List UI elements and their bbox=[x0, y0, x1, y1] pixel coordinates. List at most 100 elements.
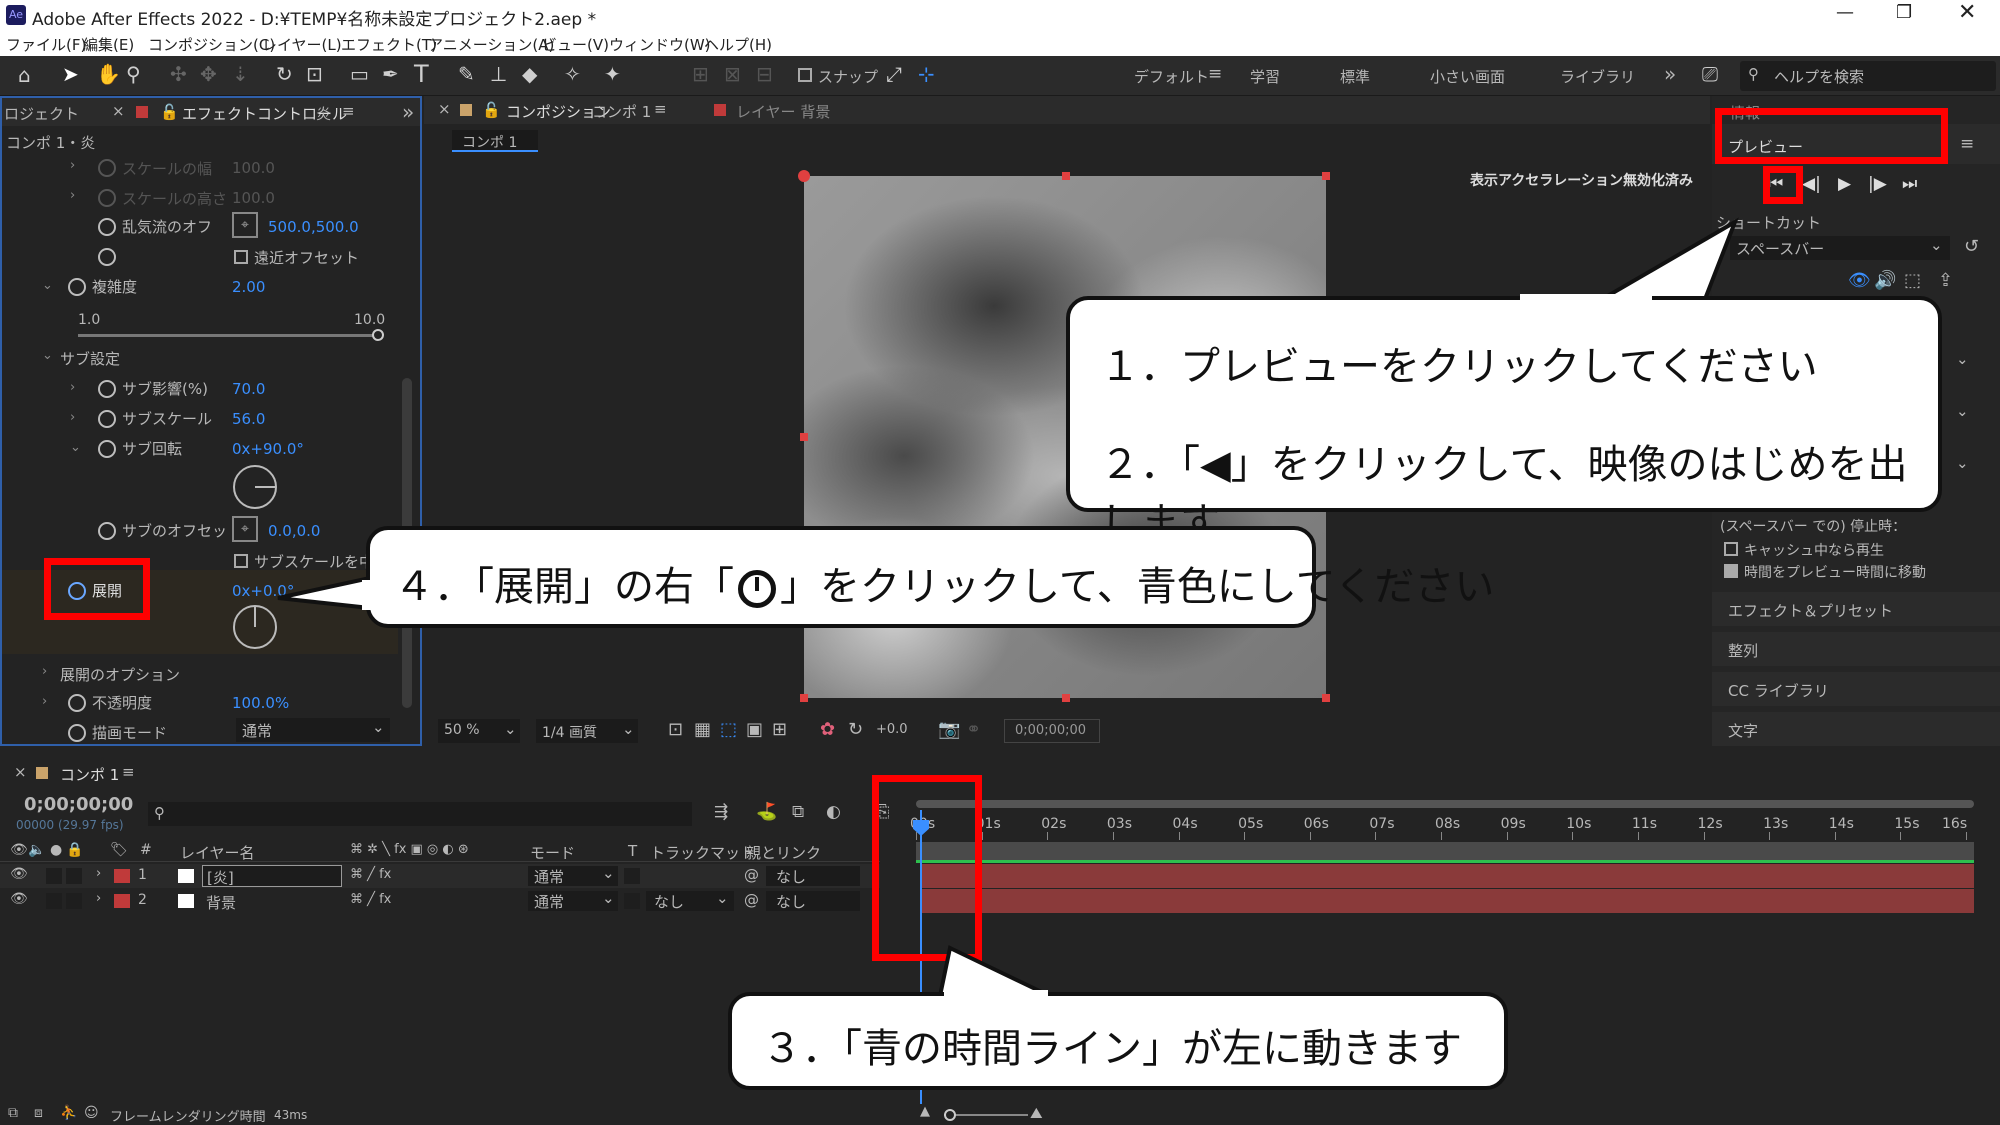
lock-slot[interactable] bbox=[66, 893, 82, 909]
layer-switches[interactable]: ⌘ ╱ fx bbox=[350, 892, 391, 907]
cc-libraries-section[interactable]: CC ライブラリ bbox=[1712, 672, 2000, 706]
layer-handle[interactable] bbox=[798, 170, 810, 182]
timing-icon[interactable]: ⛹ bbox=[60, 1105, 77, 1121]
lock-icon[interactable]: 🔒 bbox=[66, 842, 83, 858]
puppet-tool-icon[interactable]: ✦ bbox=[604, 62, 621, 86]
pen-tool-icon[interactable]: ✒ bbox=[382, 62, 399, 86]
layer-handle[interactable] bbox=[1322, 172, 1330, 180]
chevron-down-icon[interactable]: ⌄ bbox=[1956, 454, 1969, 472]
menu-view[interactable]: ビュー(V) bbox=[542, 34, 609, 55]
selection-tool-icon[interactable]: ➤ bbox=[62, 62, 79, 86]
layer-label-color[interactable] bbox=[114, 894, 130, 908]
overlay-icon[interactable]: ⬚ bbox=[1904, 270, 1921, 291]
layer-name-field[interactable]: [炎] bbox=[202, 865, 342, 887]
brush-tool-icon[interactable]: ✎ bbox=[458, 62, 475, 86]
label-icon[interactable]: 🏷 bbox=[110, 842, 128, 858]
stopwatch-icon[interactable] bbox=[98, 522, 116, 540]
pan-tool-icon[interactable]: ✥ bbox=[200, 62, 217, 86]
prop-evolution-options[interactable]: 展開のオプション bbox=[60, 664, 180, 685]
time-ruler[interactable]: 00s01s02s03s04s05s06s07s08s09s10s11s12s1… bbox=[910, 812, 1974, 840]
timeline-zoom-handle[interactable] bbox=[944, 1109, 956, 1121]
rectangle-tool-icon[interactable]: ▭ bbox=[350, 62, 369, 86]
layer-bar[interactable] bbox=[920, 889, 1974, 913]
region-of-interest-icon[interactable]: ▣ bbox=[746, 719, 763, 740]
layer-handle[interactable] bbox=[1322, 694, 1330, 702]
snap-checkbox[interactable] bbox=[798, 68, 812, 82]
prop-sub-rotation-value[interactable]: 0x+90.0° bbox=[232, 440, 304, 458]
fast-preview-icon[interactable]: ⊡ bbox=[668, 719, 683, 740]
stopwatch-icon[interactable] bbox=[98, 159, 116, 177]
complexity-slider-handle[interactable] bbox=[372, 329, 384, 341]
project-tab[interactable]: ロジェクト bbox=[4, 103, 79, 124]
workspace-small[interactable]: 小さい画面 bbox=[1430, 66, 1505, 87]
visibility-eye-icon[interactable]: 👁 bbox=[10, 891, 28, 907]
panel-menu-icon[interactable]: ≡ bbox=[122, 763, 135, 781]
minimize-icon[interactable]: — bbox=[1836, 2, 1854, 23]
close-tab-icon[interactable]: × bbox=[438, 100, 451, 118]
layer-parent-dropdown[interactable]: なし bbox=[766, 891, 860, 911]
axis-local-icon[interactable]: ⊞ bbox=[692, 62, 709, 86]
sub-rotation-dial[interactable] bbox=[232, 464, 278, 510]
layer-handle[interactable] bbox=[1062, 172, 1070, 180]
parent-header[interactable]: 親とリンク bbox=[746, 842, 821, 863]
axis-world-icon[interactable]: ⊠ bbox=[724, 62, 741, 86]
stopwatch-icon[interactable] bbox=[98, 189, 116, 207]
quality-dropdown[interactable]: 1/4 画質 ⌄ bbox=[536, 719, 638, 743]
panel-expand-icon[interactable]: » bbox=[402, 100, 414, 124]
pickwhip-icon[interactable]: @ bbox=[744, 891, 759, 909]
align-section[interactable]: 整列 bbox=[1712, 632, 2000, 666]
help-search-input[interactable]: ⚲ ヘルプを検索 bbox=[1740, 61, 1996, 91]
move-time-checkbox[interactable] bbox=[1724, 564, 1738, 578]
layer-mode-dropdown[interactable]: 通常 ⌄ bbox=[528, 864, 618, 886]
solo-slot[interactable] bbox=[46, 893, 62, 909]
play-icon[interactable]: ▶ bbox=[1838, 174, 1851, 194]
mode-header[interactable]: モード bbox=[530, 842, 575, 863]
blend-mode-dropdown[interactable]: 通常 ⌄ bbox=[236, 718, 390, 742]
track-matte-dropdown[interactable]: なし ⌄ bbox=[646, 889, 734, 911]
character-section[interactable]: 文字 bbox=[1712, 712, 2000, 746]
close-tab-icon[interactable]: × bbox=[14, 763, 27, 781]
render-time-icon[interactable]: ☺ bbox=[84, 1105, 99, 1121]
preserve-transparency-slot[interactable] bbox=[624, 893, 640, 909]
export-icon[interactable]: ⇪ bbox=[1938, 270, 1953, 291]
chevron-down-icon[interactable]: ⌄ bbox=[1956, 402, 1969, 420]
layer-row[interactable]: 👁 › 2 背景 ⌘ ╱ fx 通常 ⌄ なし ⌄ @ なし bbox=[0, 889, 880, 913]
track-matte-header[interactable]: トラックマット bbox=[650, 842, 755, 863]
lock-slot[interactable] bbox=[66, 868, 82, 884]
stopwatch-icon[interactable] bbox=[98, 380, 116, 398]
lock-icon[interactable]: 🔓 bbox=[160, 103, 179, 121]
layer-tab[interactable]: レイヤー 背景 bbox=[736, 101, 830, 122]
mask-visibility-icon[interactable]: ⬚ bbox=[720, 719, 737, 740]
menu-help[interactable]: ヘルプ(H) bbox=[704, 34, 772, 55]
prop-sub-scale-value[interactable]: 56.0 bbox=[232, 410, 265, 428]
stopwatch-icon[interactable] bbox=[68, 724, 86, 742]
reset-exposure-icon[interactable]: ↻ bbox=[848, 719, 863, 740]
menu-edit[interactable]: 編集(E) bbox=[83, 34, 134, 55]
restore-icon[interactable]: ❐ bbox=[1896, 2, 1912, 23]
zoom-dropdown[interactable]: 50 % ⌄ bbox=[438, 719, 520, 743]
stopwatch-icon[interactable] bbox=[68, 278, 86, 296]
comp-flow-icon[interactable]: ⇶ bbox=[714, 802, 728, 822]
axis-view-icon[interactable]: ⊟ bbox=[756, 62, 773, 86]
menu-layer[interactable]: レイヤー(L) bbox=[262, 34, 342, 55]
layer-switches-icon[interactable]: ⧉ bbox=[8, 1105, 18, 1121]
work-area-bar[interactable] bbox=[916, 800, 1974, 808]
panel-menu-icon[interactable]: ≡ bbox=[654, 100, 667, 118]
menu-composition[interactable]: コンポジション(C) bbox=[148, 34, 275, 55]
workspace-more-icon[interactable]: » bbox=[1664, 62, 1676, 86]
timeline-timecode[interactable]: 0;00;00;00 bbox=[24, 794, 133, 815]
menu-window[interactable]: ウィンドウ(W) bbox=[609, 34, 711, 55]
show-snapshot-icon[interactable]: ⚭ bbox=[966, 719, 981, 740]
video-eye-icon[interactable]: 👁 bbox=[1848, 270, 1871, 291]
prop-turbulence-offset-value[interactable]: 500.0,500.0 bbox=[268, 218, 359, 236]
solo-icon[interactable]: ● bbox=[50, 842, 62, 858]
viewer-timecode[interactable]: 0;00;00;00 bbox=[1004, 719, 1100, 743]
layer-switches[interactable]: ⌘ ╱ fx bbox=[350, 867, 391, 882]
layer-name-header[interactable]: レイヤー名 bbox=[180, 842, 255, 863]
home-icon[interactable]: ⌂ bbox=[18, 63, 31, 87]
layer-parent-dropdown[interactable]: なし bbox=[766, 866, 860, 886]
zoom-tool-icon[interactable]: ⚲ bbox=[126, 62, 141, 86]
workspace-menu-icon[interactable]: ≡ bbox=[1208, 64, 1222, 84]
timeline-search-input[interactable]: ⚲ bbox=[148, 802, 692, 826]
prop-sub-influence-value[interactable]: 70.0 bbox=[232, 380, 265, 398]
